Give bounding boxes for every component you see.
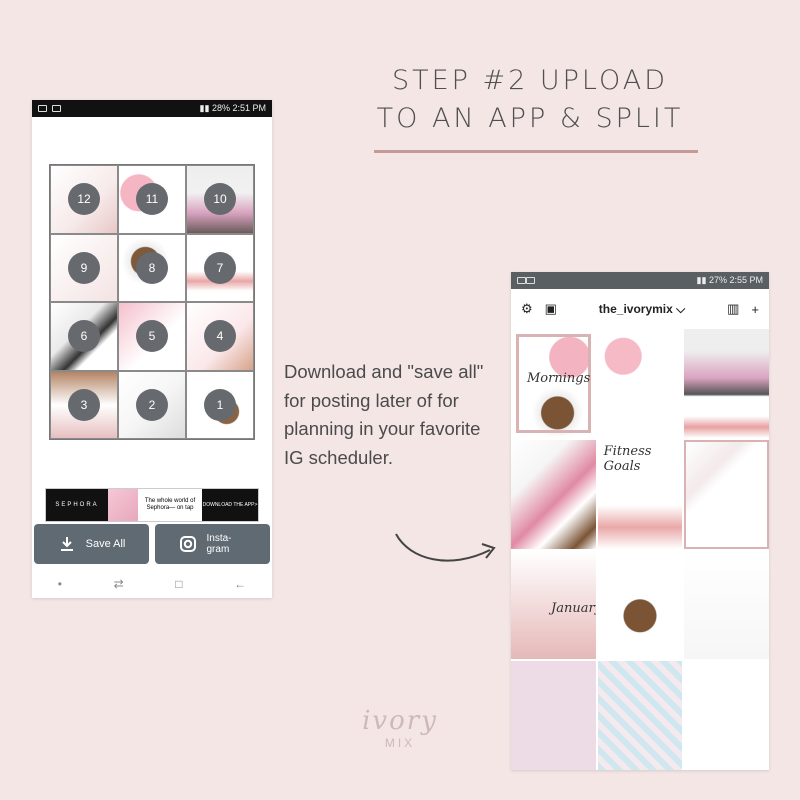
grid-tile[interactable]: 9 <box>50 233 118 302</box>
tile-number-badge: 8 <box>136 251 168 284</box>
step-heading: STEP #2 UPLOAD TO AN APP & SPLIT <box>340 62 720 138</box>
dot-icon[interactable]: • <box>58 577 62 591</box>
watermark-script: ivory <box>362 706 438 736</box>
grid-post[interactable] <box>597 329 683 438</box>
username: the_ivorymix <box>598 301 673 316</box>
image-icon <box>526 276 535 284</box>
tile-number-badge: 11 <box>136 183 168 216</box>
january-script: January <box>551 600 596 616</box>
tile-number-badge: 12 <box>68 183 100 216</box>
ad-text: The whole world of Sephora— on tap <box>144 498 196 511</box>
grid-tile[interactable]: 11 <box>118 165 186 234</box>
status-time: 2:51 PM <box>232 103 266 113</box>
tile-number-badge: 3 <box>68 388 100 421</box>
mornings-script: Mornings <box>527 371 591 386</box>
save-all-button[interactable]: Save All <box>34 524 149 564</box>
grid-post[interactable] <box>511 439 596 549</box>
android-nav-bar: • ⇄ □ ← <box>32 570 272 598</box>
grid-tile[interactable]: 8 <box>118 233 186 302</box>
calendar-icon[interactable]: ▣ <box>545 301 557 317</box>
tile-number-badge: 4 <box>204 320 236 353</box>
battery-level: 28% <box>211 103 230 113</box>
gear-icon[interactable]: ⚙ <box>521 301 533 317</box>
ad-banner[interactable]: SEPHORA The whole world of Sephora— on t… <box>45 488 259 522</box>
instagram-label: Insta-gram <box>206 533 232 555</box>
grid-post[interactable] <box>684 550 769 660</box>
heading-line-1: STEP #2 UPLOAD <box>391 65 669 96</box>
tile-number-badge: 2 <box>136 388 168 421</box>
watermark-mix: MIX <box>384 736 416 750</box>
grid-post[interactable] <box>597 550 683 660</box>
grid-tile[interactable]: 12 <box>50 165 118 234</box>
grid-post[interactable]: Fitness Goals <box>597 439 683 549</box>
grid-tile[interactable]: 6 <box>50 302 118 371</box>
status-bar: ▮▮ 28% 2:51 PM <box>32 100 272 117</box>
instagram-icon <box>179 536 196 552</box>
ad-image <box>108 489 138 521</box>
instruction-text: Download and "save all" for posting late… <box>284 361 484 468</box>
stats-icon[interactable]: ▥ <box>727 301 739 317</box>
grid-tile[interactable]: 10 <box>186 165 254 234</box>
battery-level: 27% <box>708 275 727 285</box>
heading-underline <box>374 150 698 153</box>
app-header: ⚙ ▣ the_ivorymix ⌵ ▥ + <box>511 289 769 329</box>
tile-number-badge: 10 <box>204 183 236 216</box>
curved-arrow-icon <box>395 533 496 562</box>
grid-tile[interactable]: 1 <box>186 370 254 439</box>
fitness-goals-script: Fitness Goals <box>603 443 652 474</box>
split-grid: 12 11 10 9 8 7 6 5 4 3 2 1 <box>49 164 255 440</box>
status-time: 2:55 PM <box>729 275 763 285</box>
ad-cta-button[interactable]: DOWNLOAD THE APP> <box>202 489 258 521</box>
grid-post[interactable]: January <box>511 550 596 660</box>
tile-number-badge: 6 <box>68 320 100 353</box>
grid-post[interactable] <box>511 661 596 770</box>
phone-split-app: ▮▮ 28% 2:51 PM 12 11 10 9 8 7 6 5 4 3 2 … <box>32 100 272 598</box>
signal-icon: ▮▮ <box>199 103 210 113</box>
back-icon[interactable]: ← <box>234 577 246 591</box>
tile-number-badge: 9 <box>68 251 100 284</box>
save-all-label: Save All <box>85 538 126 550</box>
grid-tile[interactable]: 2 <box>118 370 186 439</box>
plus-icon[interactable]: + <box>751 302 759 317</box>
message-icon <box>517 276 526 284</box>
ad-brand: SEPHORA <box>46 489 108 521</box>
instagram-grid: Mornings Fitness Goals January <box>511 329 769 770</box>
username-dropdown[interactable]: the_ivorymix ⌵ <box>569 302 715 317</box>
home-icon[interactable]: □ <box>175 577 182 591</box>
image-icon <box>52 105 61 112</box>
grid-tile[interactable]: 4 <box>186 302 254 371</box>
tile-number-badge: 7 <box>204 251 236 284</box>
grid-post[interactable] <box>684 661 769 770</box>
grid-post[interactable] <box>684 439 769 549</box>
grid-tile[interactable]: 3 <box>50 370 118 439</box>
ivory-mix-watermark: ivory MIX <box>340 706 460 750</box>
status-bar: ▮▮ 27% 2:55 PM <box>511 272 769 289</box>
tile-number-badge: 5 <box>136 320 168 353</box>
tile-number-badge: 1 <box>204 388 236 421</box>
signal-icon: ▮▮ <box>696 275 707 285</box>
action-buttons: Save All Insta-gram <box>34 524 270 564</box>
message-icon <box>38 105 47 112</box>
download-icon <box>60 537 73 551</box>
recent-apps-icon[interactable]: ⇄ <box>114 577 124 591</box>
phone-instagram-preview: ▮▮ 27% 2:55 PM ⚙ ▣ the_ivorymix ⌵ ▥ + Mo… <box>511 272 769 770</box>
grid-tile[interactable]: 5 <box>118 302 186 371</box>
grid-tile[interactable]: 7 <box>186 233 254 302</box>
grid-post[interactable] <box>684 329 769 438</box>
instagram-button[interactable]: Insta-gram <box>155 524 270 564</box>
heading-line-2: TO AN APP & SPLIT <box>376 103 684 134</box>
grid-post[interactable] <box>597 661 683 770</box>
grid-post[interactable]: Mornings <box>511 329 596 438</box>
